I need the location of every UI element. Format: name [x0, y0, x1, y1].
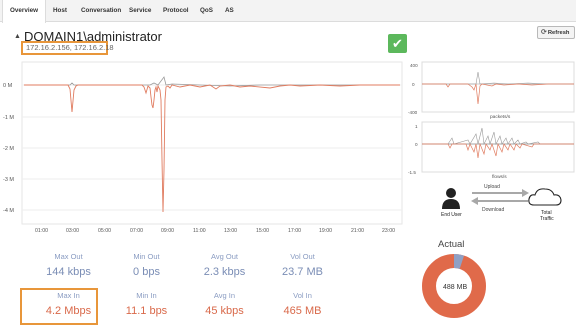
volume-donut: 488 MB — [422, 254, 486, 318]
upload-arrow-icon — [522, 189, 529, 197]
refresh-label: Refresh — [547, 30, 570, 36]
stat-min-in: Min In 11.1 bps — [104, 291, 189, 317]
refresh-icon: ⟳ — [541, 29, 547, 36]
x-tick: 23:00 — [382, 228, 395, 234]
tab-bar: Overview Host Conversation Service Proto… — [0, 0, 576, 23]
stat-label: Avg In — [213, 291, 236, 300]
y-tick: 400 — [410, 63, 418, 68]
y-tick: -1.5 — [408, 170, 416, 175]
stat-value: 144 kbps — [46, 266, 91, 278]
download-arrow-icon — [471, 197, 478, 205]
x-tick: 05:00 — [98, 228, 111, 234]
y-tick: 0 M — [3, 83, 13, 89]
stat-label: Min Out — [133, 252, 160, 261]
donut-center-label: 488 MB — [443, 284, 467, 291]
stat-vol-out: Vol Out 23.7 MB — [260, 252, 345, 278]
y-tick: -400 — [408, 110, 418, 115]
tab-as[interactable]: AS — [218, 0, 241, 22]
y-tick: -3 M — [3, 177, 14, 183]
tab-conversation[interactable]: Conversation — [74, 0, 128, 22]
status-check-icon: ✔ — [388, 34, 407, 53]
max-in-highlight — [20, 288, 98, 325]
stat-label: Min In — [136, 291, 157, 300]
x-tick: 13:00 — [224, 228, 237, 234]
user-icon: ▲ — [14, 33, 21, 40]
stat-min-out: Min Out 0 bps — [104, 252, 189, 278]
y-tick: -4 M — [3, 208, 14, 214]
x-tick: 11:00 — [193, 228, 206, 234]
tab-host[interactable]: Host — [46, 0, 74, 22]
stat-value: 2.3 kbps — [203, 266, 246, 278]
traffic-chart: 0 M -1 M -2 M -3 M -4 M 01:00 03:00 05:0… — [3, 61, 403, 234]
x-tick: 21:00 — [351, 228, 364, 234]
y-tick: 0 — [415, 142, 418, 147]
x-tick: 01:00 — [35, 228, 48, 234]
donut-title: Actual — [438, 239, 465, 250]
stat-label: Avg Out — [211, 252, 238, 261]
y-tick: 1 — [415, 124, 418, 129]
ip-addresses: 172.16.2.156, 172.16.2.18 — [26, 43, 114, 52]
stat-vol-in: Vol In 465 MB — [260, 291, 345, 317]
cloud-icon — [528, 188, 562, 206]
download-label: Download — [482, 207, 504, 213]
end-user-icon — [442, 188, 460, 209]
y-tick: -1 M — [3, 115, 14, 121]
stat-avg-in: Avg In 45 kbps — [182, 291, 267, 317]
x-tick: 19:00 — [319, 228, 332, 234]
tab-service[interactable]: Service — [122, 0, 158, 22]
upload-label: Upload — [484, 184, 500, 190]
ip-address-box: 172.16.2.156, 172.16.2.18 — [21, 41, 114, 55]
packets-chart: 400 0 -400 packets/s — [408, 61, 575, 120]
total-traffic-label-2: Traffic — [540, 216, 554, 222]
tab-qos[interactable]: QoS — [193, 0, 220, 22]
x-tick: 03:00 — [66, 228, 79, 234]
tab-protocol[interactable]: Protocol — [156, 0, 196, 22]
stat-value: 23.7 MB — [282, 266, 323, 278]
flows-chart: 1 0 -1.5 flows/s — [408, 121, 575, 180]
traffic-flow-diagram: End User Upload Download Total Traffic — [441, 184, 562, 222]
refresh-button[interactable]: ⟳Refresh — [537, 26, 575, 39]
stat-label: Vol In — [293, 291, 312, 300]
x-tick: 15:00 — [256, 228, 269, 234]
stat-value: 0 bps — [133, 266, 160, 278]
tab-overview[interactable]: Overview — [2, 0, 47, 23]
x-tick: 07:00 — [130, 228, 143, 234]
stat-label: Max Out — [54, 252, 83, 261]
stat-value: 465 MB — [283, 305, 322, 317]
stat-avg-out: Avg Out 2.3 kbps — [182, 252, 267, 278]
y-tick: 0 — [412, 82, 415, 87]
y-tick: -2 M — [3, 146, 14, 152]
x-tick: 17:00 — [288, 228, 301, 234]
end-user-label: End User — [441, 212, 462, 218]
stat-label: Vol Out — [290, 252, 315, 261]
stat-value: 11.1 bps — [125, 305, 168, 317]
stat-max-out: Max Out 144 kbps — [26, 252, 111, 278]
stat-value: 45 kbps — [205, 305, 244, 317]
x-tick: 09:00 — [161, 228, 174, 234]
